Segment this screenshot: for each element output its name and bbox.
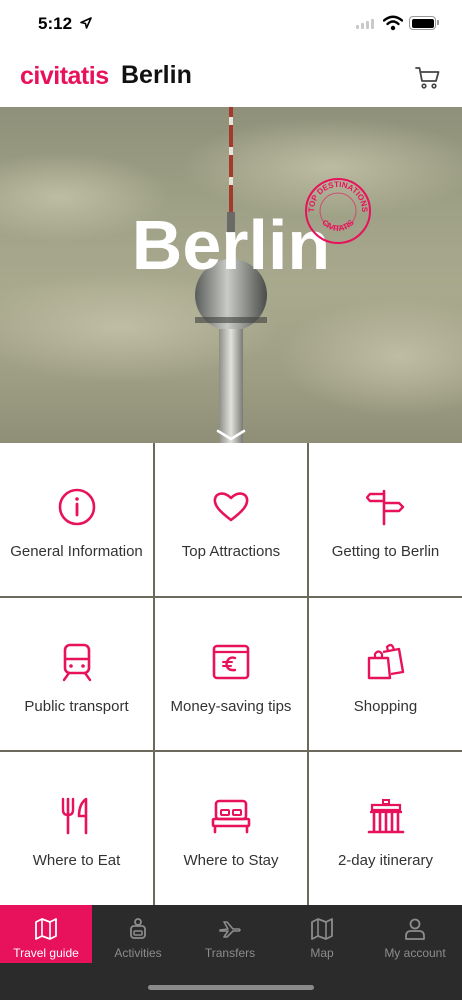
city-title: Berlin [121,61,192,89]
status-bar: 5:12 [0,0,462,50]
tile-shopping[interactable]: Shopping [309,598,462,750]
guide-grid: General Information Top Attractions Gett… [0,443,462,905]
tile-top-attractions[interactable]: Top Attractions [155,443,307,596]
tile-label: Money-saving tips [170,698,292,715]
nav-travel-guide[interactable]: Travel guide [0,905,92,963]
signal-icon [356,19,374,29]
tile-label: Public transport [24,698,129,715]
nav-map[interactable]: Map [276,905,368,963]
brandenburg-gate-icon [367,799,404,834]
tile-where-to-eat[interactable]: Where to Eat [0,752,153,905]
map-icon [311,918,333,940]
tile-public-transport[interactable]: Public transport [0,598,153,750]
hero-title: Berlin [131,206,331,284]
tile-getting-to-berlin[interactable]: Getting to Berlin [309,443,462,596]
tile-label: Getting to Berlin [331,543,440,560]
tile-general-information[interactable]: General Information [0,443,153,596]
tile-label: Where to Eat [32,852,121,869]
info-icon [58,488,95,526]
heart-icon [213,492,249,522]
home-indicator[interactable] [148,985,314,990]
svg-text:TOP DESTINATIONS: TOP DESTINATIONS [307,180,369,213]
shopping-bags-icon [367,643,404,680]
battery-icon [409,16,436,30]
chevron-down-icon[interactable] [216,429,246,441]
battery-tip [437,20,439,25]
euro-wallet-icon [212,644,250,680]
brand-logo[interactable]: civitatis [20,62,109,91]
train-icon [62,643,91,682]
location-arrow-icon [80,17,92,29]
nav-my-account[interactable]: My account [368,905,462,963]
map-book-icon [35,918,57,940]
bed-icon [211,799,251,834]
tile-label: 2-day itinerary [337,852,434,869]
signpost-icon [365,489,404,526]
tile-2-day-itinerary[interactable]: 2-day itinerary [309,752,462,905]
nav-label: Map [310,946,334,960]
nav-label: Transfers [204,946,256,960]
tile-label: Where to Stay [183,852,279,869]
top-destinations-stamp-icon: TOP DESTINATIONS CIVITATIS [305,178,371,244]
tile-money-saving-tips[interactable]: Money-saving tips [155,598,307,750]
user-icon [405,918,425,940]
nav-activities[interactable]: Activities [92,905,184,963]
hero-banner: Berlin TOP DESTINATIONS CIVITATIS [0,107,462,443]
nav-transfers[interactable]: Transfers [184,905,276,963]
svg-text:CIVITATIS: CIVITATIS [320,218,356,234]
backpack-icon [130,918,146,939]
fork-knife-icon [61,797,87,835]
nav-label: Travel guide [13,946,79,960]
nav-label: Activities [114,946,162,960]
cart-icon[interactable] [415,66,441,90]
wifi-icon [383,15,403,31]
status-time: 5:12 [38,14,73,33]
plane-icon [219,921,241,938]
tile-label: Shopping [353,698,418,715]
tile-label: General Information [10,543,143,560]
app-header: civitatis Berlin [0,50,462,107]
tile-label: Top Attractions [181,543,281,560]
nav-label: My account [384,946,446,960]
tile-where-to-stay[interactable]: Where to Stay [155,752,307,905]
